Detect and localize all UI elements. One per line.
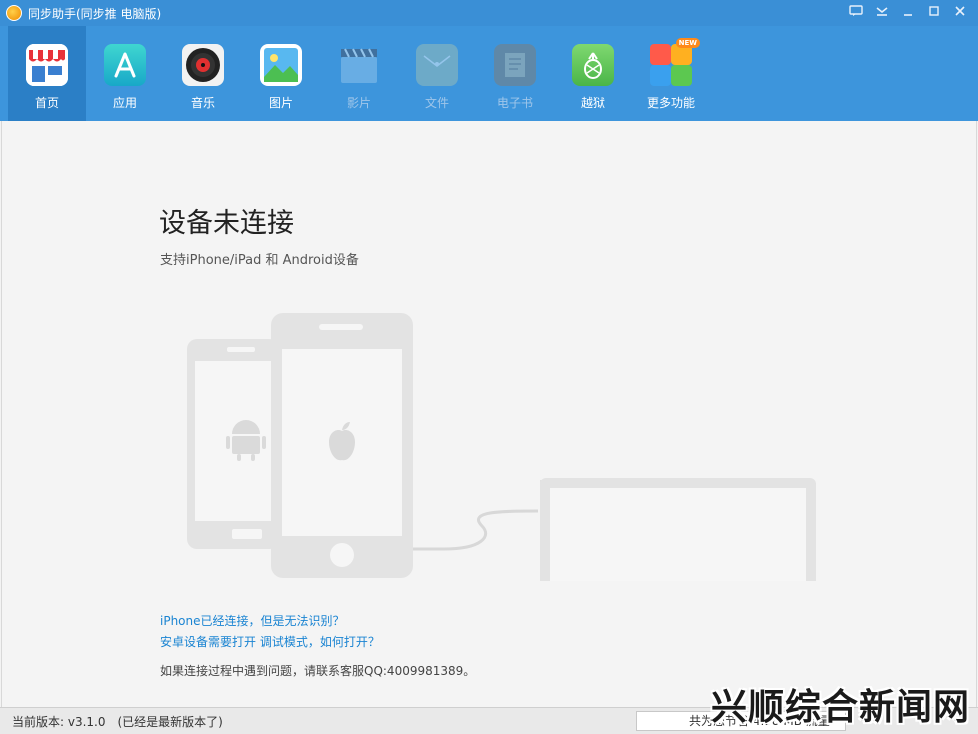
title-bar: 同步助手(同步推 电脑版) <box>0 0 978 26</box>
pineapple-icon <box>572 44 614 86</box>
clapboard-icon <box>338 44 380 86</box>
tab-label: 更多功能 <box>646 96 695 110</box>
store-icon <box>26 44 68 86</box>
grid-icon: NEW <box>650 38 700 86</box>
main-content: 设备未连接 支持iPhone/iPad 和 Android设备 iPhone已经… <box>1 121 977 707</box>
new-badge: NEW <box>675 38 700 48</box>
tab-label: 应用 <box>112 96 137 110</box>
window-title: 同步助手(同步推 电脑版) <box>28 6 162 21</box>
tab-label: 首页 <box>34 96 59 110</box>
tab-music[interactable]: 音乐 <box>164 26 242 121</box>
tab-pictures[interactable]: 图片 <box>242 26 320 121</box>
page-title: 设备未连接 <box>159 208 294 239</box>
tab-more[interactable]: NEW 更多功能 <box>632 26 710 121</box>
minimize-icon[interactable] <box>900 5 916 21</box>
app-logo-icon <box>6 5 22 21</box>
window-controls <box>848 0 968 26</box>
music-disc-icon <box>182 44 224 86</box>
contact-support-text: 如果连接过程中遇到问题，请联系客服QQ:4009981389。 <box>160 664 476 678</box>
maximize-icon[interactable] <box>926 5 942 21</box>
tab-jailbreak[interactable]: 越狱 <box>554 26 632 121</box>
android-phone-icon <box>187 339 279 549</box>
feedback-icon[interactable] <box>848 5 864 21</box>
monitor-icon <box>540 478 816 581</box>
appstore-icon <box>104 44 146 86</box>
watermark-text: 兴顺综合新闻网 <box>710 687 970 728</box>
close-icon[interactable] <box>952 5 968 21</box>
page-subtitle: 支持iPhone/iPad 和 Android设备 <box>160 253 359 268</box>
folder-icon <box>416 44 458 86</box>
menu-icon[interactable] <box>874 5 890 21</box>
usb-cable <box>413 509 539 551</box>
device-connection-illustration <box>187 313 816 581</box>
version-text: 当前版本: v3.1.0 <box>12 714 106 729</box>
tab-label: 音乐 <box>190 96 215 110</box>
tab-label: 越狱 <box>580 96 605 110</box>
iphone-not-recognized-link[interactable]: iPhone已经连接，但是无法识别？ <box>160 612 345 629</box>
picture-icon <box>260 44 302 86</box>
version-note: (已经是最新版本了) <box>117 714 223 729</box>
tab-movies[interactable]: 影片 <box>320 26 398 121</box>
tab-files[interactable]: 文件 <box>398 26 476 121</box>
tab-ebooks[interactable]: 电子书 <box>476 26 554 121</box>
tab-label: 图片 <box>268 96 293 110</box>
tab-label: 电子书 <box>496 96 533 110</box>
book-icon <box>494 44 536 86</box>
tab-home[interactable]: 首页 <box>8 26 86 121</box>
android-debug-mode-link[interactable]: 安卓设备需要打开 调试模式，如何打开？ <box>160 633 380 650</box>
tab-label: 影片 <box>346 96 371 110</box>
iphone-icon <box>271 313 413 578</box>
main-toolbar: 首页 应用 音乐 图片 影片 文件 电子书 越狱 NEW 更多功能 <box>0 26 978 121</box>
tab-label: 文件 <box>424 96 449 110</box>
tab-apps[interactable]: 应用 <box>86 26 164 121</box>
